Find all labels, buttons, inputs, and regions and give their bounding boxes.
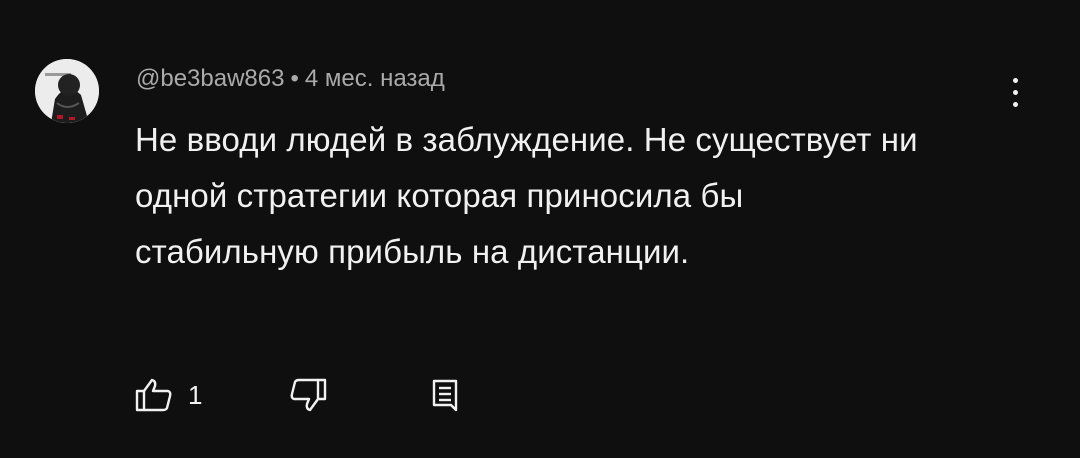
avatar[interactable] — [35, 59, 99, 123]
more-vert-dot — [1012, 77, 1018, 83]
comment-time: 4 мес. назад — [304, 65, 445, 92]
thumb-down-icon — [290, 378, 327, 412]
comment-text: Не вводи людей в заблуждение. Не существ… — [135, 121, 918, 270]
more-options-button[interactable] — [995, 70, 1035, 114]
more-vert-dot — [1012, 101, 1018, 107]
meta-separator: • — [290, 65, 299, 92]
like-button[interactable]: 1 — [134, 375, 202, 415]
comment-item: @be3baw863 • 4 мес. назад Не вводи людей в… — [0, 0, 1080, 458]
comment-header: @be3baw863 • 4 мес. назад — [136, 64, 445, 94]
more-vert-dot — [1012, 89, 1018, 95]
reply-button[interactable] — [430, 375, 462, 415]
reply-comment-icon — [432, 379, 458, 412]
author-handle[interactable]: @be3baw863 — [136, 65, 284, 92]
dislike-button[interactable] — [288, 375, 328, 415]
avatar-image-icon — [35, 59, 99, 123]
like-count: 1 — [188, 380, 203, 410]
thumb-up-icon — [135, 378, 172, 412]
